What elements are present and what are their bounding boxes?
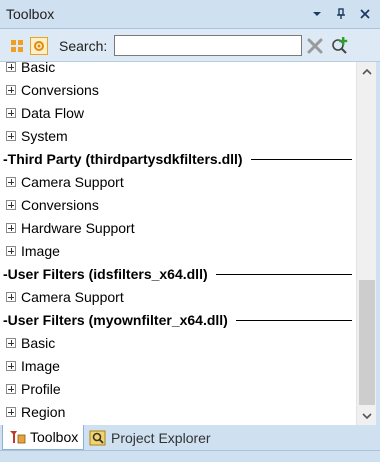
- tree-item-label: Profile: [21, 381, 61, 397]
- vertical-scrollbar[interactable]: [356, 62, 376, 425]
- pin-button[interactable]: [332, 5, 350, 23]
- chevron-down-icon: [362, 412, 372, 419]
- expand-plus-icon[interactable]: [6, 292, 16, 302]
- group-separator-line: [215, 274, 352, 275]
- scroll-down-button[interactable]: [357, 407, 377, 425]
- tree-item[interactable]: System: [0, 125, 356, 148]
- toolbox-tree: Basic Conversions Data Flow System -Third Pa…: [0, 62, 356, 425]
- search-input[interactable]: [114, 35, 302, 56]
- tree-item[interactable]: Region: [0, 401, 356, 424]
- expand-plus-icon[interactable]: [6, 108, 16, 118]
- clear-search-button[interactable]: [306, 37, 324, 55]
- categorized-view-button[interactable]: [8, 37, 26, 55]
- expand-plus-icon[interactable]: [6, 85, 16, 95]
- tab-toolbox[interactable]: Toolbox: [2, 425, 85, 450]
- title-bar: Toolbox: [0, 0, 380, 29]
- expand-plus-icon[interactable]: [6, 338, 16, 348]
- search-label: Search:: [59, 38, 108, 54]
- group-header[interactable]: -User Filters (idsfilters_x64.dll): [0, 263, 356, 286]
- close-button[interactable]: [356, 5, 374, 23]
- group-label: -User Filters (idsfilters_x64.dll): [3, 266, 212, 282]
- tree-item[interactable]: Conversions: [0, 194, 356, 217]
- tree-item[interactable]: Conversions: [0, 79, 356, 102]
- clear-icon: [307, 38, 323, 54]
- close-icon: [360, 9, 370, 19]
- tab-label: Project Explorer: [111, 429, 211, 446]
- toolbar: Search:: [0, 29, 380, 62]
- tab-project-explorer[interactable]: Project Explorer: [84, 425, 216, 450]
- tree-item-label: Region: [21, 404, 66, 420]
- group-label: -User Filters (myownfilter_x64.dll): [3, 312, 232, 328]
- tree-item-label: Image: [21, 243, 60, 259]
- dropdown-button[interactable]: [308, 5, 326, 23]
- project-explorer-icon: [89, 430, 106, 445]
- tree-item[interactable]: Basic: [0, 332, 356, 355]
- grid-icon: [11, 40, 23, 52]
- tree-item-label: Hardware Support: [21, 220, 135, 236]
- toolbox-panel: Toolbox Search: Basic Conversions Data F…: [0, 0, 380, 462]
- tree-item[interactable]: Image: [0, 355, 356, 378]
- tree-item-label: Basic: [21, 335, 56, 351]
- tree-item[interactable]: Camera Support: [0, 171, 356, 194]
- tree-item[interactable]: Image: [0, 240, 356, 263]
- tree-item[interactable]: Basic: [0, 62, 356, 79]
- scroll-thumb[interactable]: [359, 280, 375, 405]
- pin-icon: [337, 8, 345, 19]
- panel-tabs: Toolbox Project Explorer: [0, 425, 380, 450]
- toolbox-icon: [10, 431, 26, 444]
- add-search-icon: [332, 37, 348, 54]
- group-label: -Third Party (thirdpartysdkfilters.dll): [3, 151, 247, 167]
- tree-item-label: Camera Support: [21, 174, 124, 190]
- gear-icon: [34, 41, 44, 51]
- group-header[interactable]: -User Filters (myownfilter_x64.dll): [0, 309, 356, 332]
- expand-plus-icon[interactable]: [6, 200, 16, 210]
- tree-item-label: Basic: [21, 62, 56, 75]
- panel-title: Toolbox: [6, 6, 55, 22]
- tree-item[interactable]: Camera Support: [0, 286, 356, 309]
- expand-plus-icon[interactable]: [6, 177, 16, 187]
- expand-plus-icon[interactable]: [6, 62, 16, 72]
- tree-item-label: Image: [21, 358, 60, 374]
- tree-item-label: Conversions: [21, 82, 99, 98]
- tree-item-label: System: [21, 128, 68, 144]
- expand-plus-icon[interactable]: [6, 131, 16, 141]
- tab-label: Toolbox: [30, 429, 79, 445]
- expand-plus-icon[interactable]: [6, 223, 16, 233]
- expand-plus-icon[interactable]: [6, 246, 16, 256]
- filter-view-button[interactable]: [30, 37, 48, 55]
- tree-item-label: Camera Support: [21, 289, 124, 305]
- tree-item-label: Conversions: [21, 197, 99, 213]
- expand-plus-icon[interactable]: [6, 384, 16, 394]
- expand-plus-icon[interactable]: [6, 361, 16, 371]
- chevron-down-icon: [313, 12, 321, 16]
- expand-plus-icon[interactable]: [6, 407, 16, 417]
- status-strip: [0, 450, 380, 462]
- tree-item-label: Data Flow: [21, 105, 85, 121]
- chevron-up-icon: [362, 68, 372, 75]
- group-separator-line: [235, 320, 352, 321]
- tree-item[interactable]: Hardware Support: [0, 217, 356, 240]
- add-filter-button[interactable]: [330, 36, 350, 56]
- scroll-up-button[interactable]: [357, 62, 377, 80]
- group-header[interactable]: -Third Party (thirdpartysdkfilters.dll): [0, 148, 356, 171]
- tree-item[interactable]: Profile: [0, 378, 356, 401]
- tree-item[interactable]: Data Flow: [0, 102, 356, 125]
- group-separator-line: [250, 159, 352, 160]
- title-buttons: [308, 5, 374, 23]
